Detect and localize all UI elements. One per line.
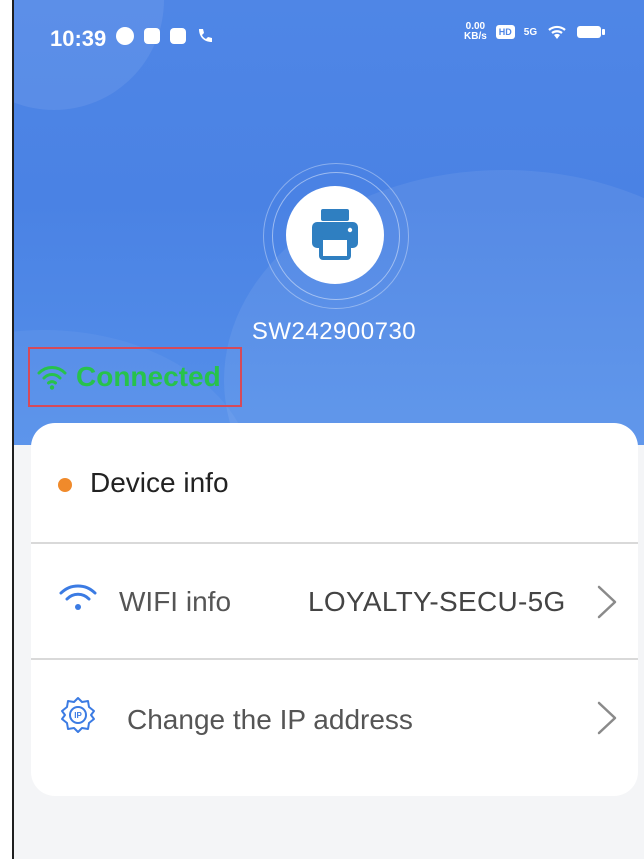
app-notification-icon — [144, 28, 160, 44]
notification-icons — [116, 27, 214, 45]
chevron-right-icon — [597, 585, 617, 619]
wifi-info-label: WIFI info — [119, 586, 232, 617]
app-screen: 10:39 0.00 KB/s HD 5G SW242900730 Connec… — [14, 0, 644, 859]
wifi-info-row[interactable]: WIFI info LOYALTY-SECU-5G — [31, 544, 638, 659]
connection-status: Connected — [28, 347, 242, 407]
change-ip-row[interactable]: IP Change the IP address — [31, 660, 638, 775]
svg-text:IP: IP — [74, 711, 82, 720]
wifi-icon — [59, 584, 97, 610]
device-info-row[interactable]: Device info — [31, 423, 638, 538]
network-speed: 0.00 KB/s — [464, 21, 487, 42]
change-ip-label: Change the IP address — [127, 704, 413, 735]
connection-status-label: Connected — [76, 361, 221, 392]
wifi-connected-icon — [37, 366, 67, 390]
device-header: 10:39 0.00 KB/s HD 5G SW242900730 Connec… — [14, 0, 644, 445]
ip-settings-icon: IP — [61, 697, 95, 733]
device-settings-card: Device info WIFI info LOYALTY-SECU-5G IP… — [31, 423, 638, 796]
missed-call-icon — [199, 29, 212, 42]
printer-icon — [312, 209, 358, 260]
signal-icon: 5G — [523, 26, 538, 38]
message-icon — [116, 27, 134, 45]
status-bar: 10:39 0.00 KB/s HD 5G — [14, 0, 644, 70]
app-notification-icon-2 — [170, 28, 186, 44]
status-time: 10:39 — [50, 26, 107, 51]
screen-margin — [0, 0, 12, 859]
device-info-label: Device info — [90, 467, 229, 498]
hd-icon: HD — [495, 25, 515, 39]
status-dot-icon — [58, 478, 72, 492]
device-name: SW242900730 — [251, 318, 417, 345]
printer-avatar — [286, 186, 384, 284]
wifi-ssid: LOYALTY-SECU-5G — [308, 586, 566, 617]
system-icons: 0.00 KB/s HD 5G — [464, 21, 606, 42]
chevron-right-icon — [597, 701, 617, 735]
wifi-status-icon — [548, 25, 566, 39]
battery-icon — [577, 26, 606, 38]
